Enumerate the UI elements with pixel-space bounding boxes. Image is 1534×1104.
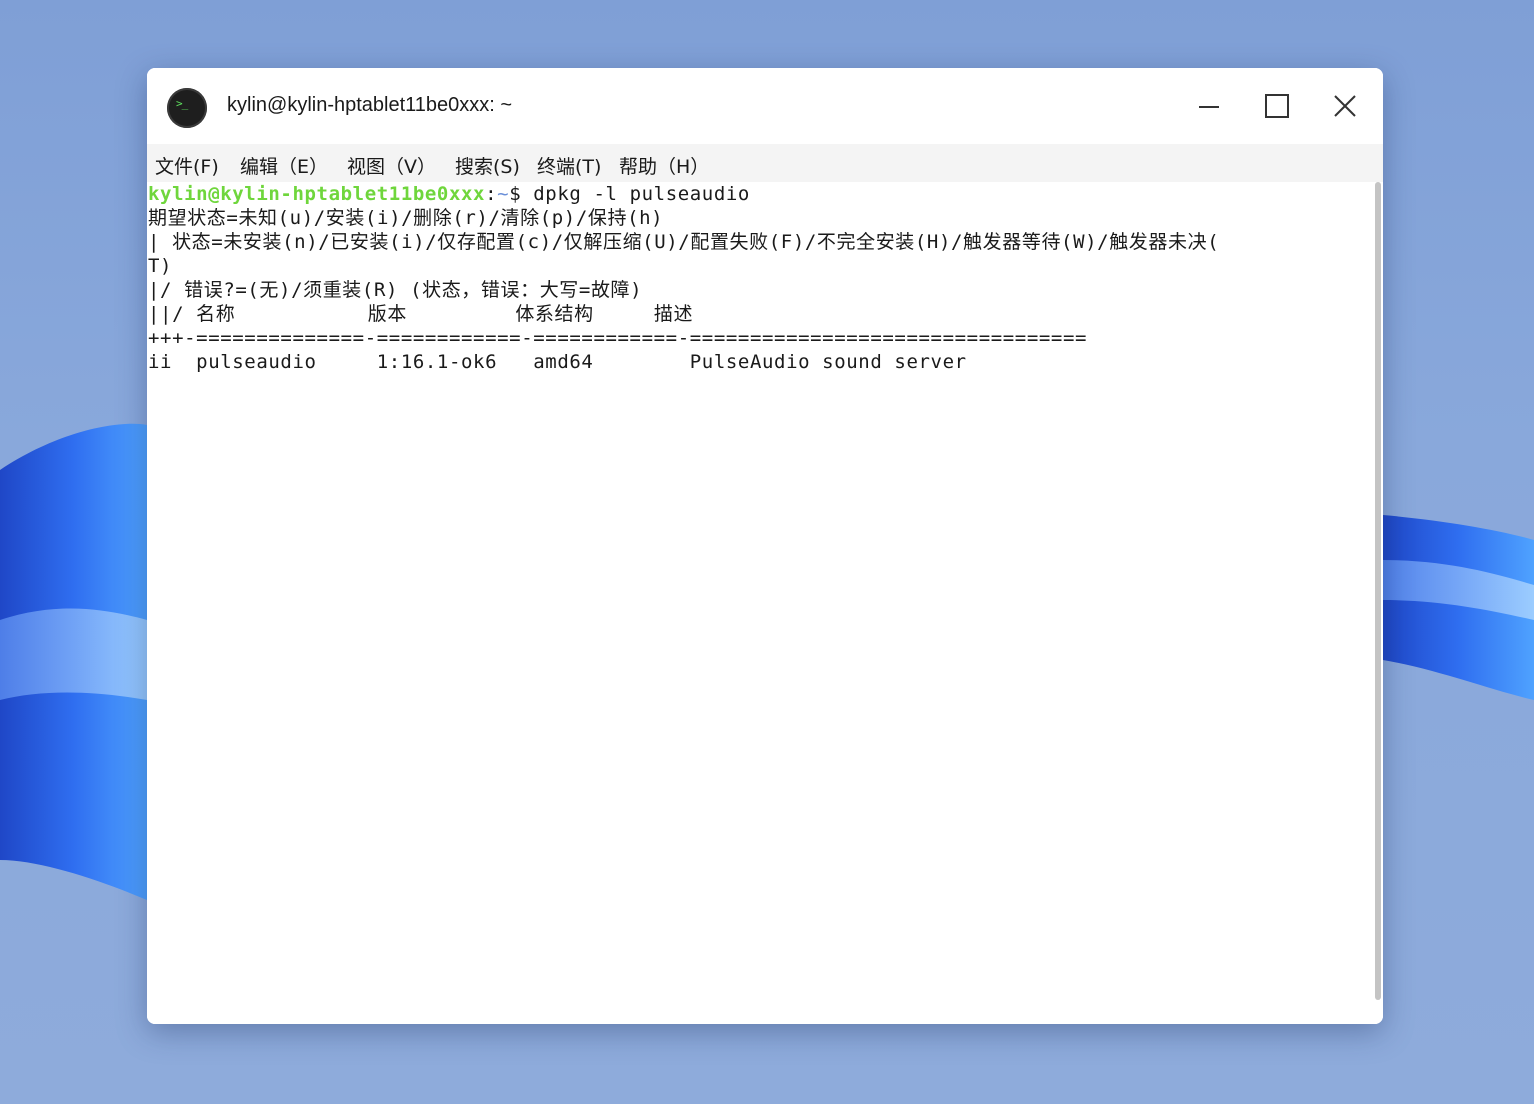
output-line: ||/ 名称 版本 体系结构 描述 [148, 303, 694, 325]
terminal-icon: >_ [167, 88, 207, 128]
menu-help[interactable]: 帮助（H） [619, 152, 709, 179]
close-icon [1334, 95, 1356, 117]
close-button[interactable] [1323, 86, 1367, 126]
command-text: dpkg -l pulseaudio [533, 183, 750, 205]
terminal-window: >_ kylin@kylin-hptablet11be0xxx: ~ 文件(F)… [147, 68, 1383, 1024]
prompt-user: kylin@kylin-hptablet11be0xxx [148, 183, 486, 205]
output-line: |/ 错误?=(无)/须重装(R) (状态，错误：大写=故障) [148, 279, 643, 301]
menu-edit[interactable]: 编辑（E） [240, 152, 328, 179]
output-line: +++-==============-============-========… [148, 327, 1088, 349]
menu-search[interactable]: 搜索(S) [455, 152, 520, 179]
maximize-icon [1265, 94, 1289, 118]
prompt-path: ~ [497, 183, 510, 205]
menu-terminal[interactable]: 终端(T) [537, 152, 601, 179]
menu-view[interactable]: 视图（V） [347, 152, 436, 179]
window-title: kylin@kylin-hptablet11be0xxx: ~ [227, 94, 513, 116]
maximize-button[interactable] [1255, 86, 1299, 126]
output-line: | 状态=未安装(n)/已安装(i)/仅存配置(c)/仅解压缩(U)/配置失败(… [148, 231, 1220, 253]
scrollbar-thumb[interactable] [1375, 182, 1381, 1000]
prompt-separator: : [485, 183, 498, 205]
title-bar: >_ kylin@kylin-hptablet11be0xxx: ~ [147, 68, 1383, 144]
output-line: 期望状态=未知(u)/安装(i)/删除(r)/清除(p)/保持(h) [148, 207, 664, 229]
output-line: ii pulseaudio 1:16.1-ok6 amd64 PulseAudi… [148, 351, 967, 373]
minimize-button[interactable] [1187, 86, 1231, 126]
menu-file[interactable]: 文件(F) [155, 152, 219, 179]
terminal-output[interactable]: kylin@kylin-hptablet11be0xxx:~$ dpkg -l … [147, 182, 1373, 1024]
menu-bar: 文件(F) 编辑（E） 视图（V） 搜索(S) 终端(T) 帮助（H） [147, 144, 1383, 182]
prompt-line: kylin@kylin-hptablet11be0xxx:~$ dpkg -l … [148, 182, 750, 206]
output-line: T) [148, 255, 173, 277]
minimize-icon [1199, 106, 1219, 108]
prompt-symbol: $ [509, 183, 534, 205]
scrollbar[interactable] [1374, 182, 1383, 1024]
